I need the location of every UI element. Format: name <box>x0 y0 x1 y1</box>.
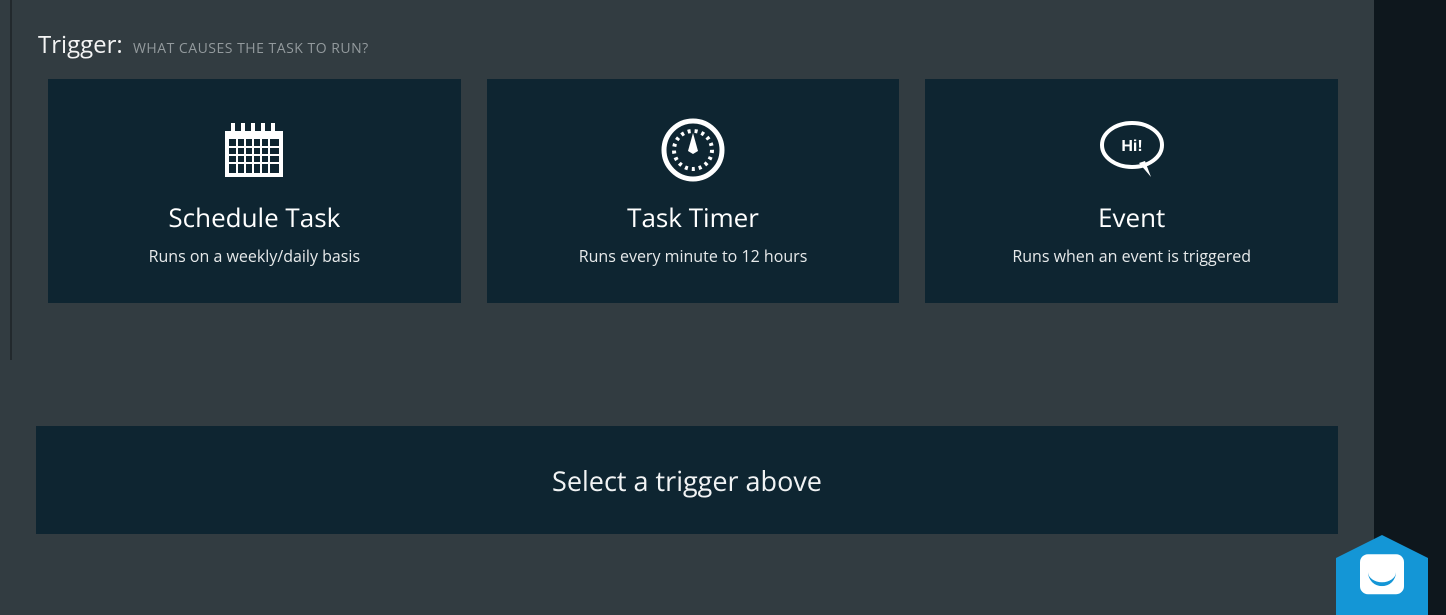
card-task-timer[interactable]: Task Timer Runs every minute to 12 hours <box>487 79 900 303</box>
chat-widget-hexagon <box>1336 535 1428 615</box>
card-desc: Runs every minute to 12 hours <box>579 245 808 267</box>
speech-bubble-hi-icon: Hi! <box>1093 115 1171 185</box>
info-bar-text: Select a trigger above <box>552 462 822 499</box>
card-event[interactable]: Hi! Event Runs when an event is triggere… <box>925 79 1338 303</box>
svg-text:Hi!: Hi! <box>1121 138 1142 155</box>
stopwatch-icon <box>660 115 726 185</box>
trigger-panel-inner: Trigger: WHAT CAUSES THE TASK TO RUN? <box>10 0 1374 360</box>
card-desc: Runs on a weekly/daily basis <box>149 245 361 267</box>
card-schedule-task[interactable]: Schedule Task Runs on a weekly/daily bas… <box>48 79 461 303</box>
card-desc: Runs when an event is triggered <box>1012 245 1251 267</box>
section-title: Trigger: <box>38 28 123 61</box>
chat-smile-icon <box>1360 554 1404 594</box>
section-subtitle: WHAT CAUSES THE TASK TO RUN? <box>133 39 369 58</box>
right-background-strip <box>1374 0 1446 615</box>
card-title: Event <box>1098 199 1165 235</box>
trigger-cards: Schedule Task Runs on a weekly/daily bas… <box>12 79 1374 303</box>
chat-widget[interactable] <box>1334 527 1430 615</box>
section-header: Trigger: WHAT CAUSES THE TASK TO RUN? <box>12 0 1374 79</box>
calendar-icon <box>219 115 289 185</box>
trigger-panel: Trigger: WHAT CAUSES THE TASK TO RUN? <box>0 0 1374 615</box>
card-title: Task Timer <box>627 199 759 235</box>
page-root: Trigger: WHAT CAUSES THE TASK TO RUN? <box>0 0 1446 615</box>
card-title: Schedule Task <box>168 199 340 235</box>
info-bar: Select a trigger above <box>36 426 1338 534</box>
